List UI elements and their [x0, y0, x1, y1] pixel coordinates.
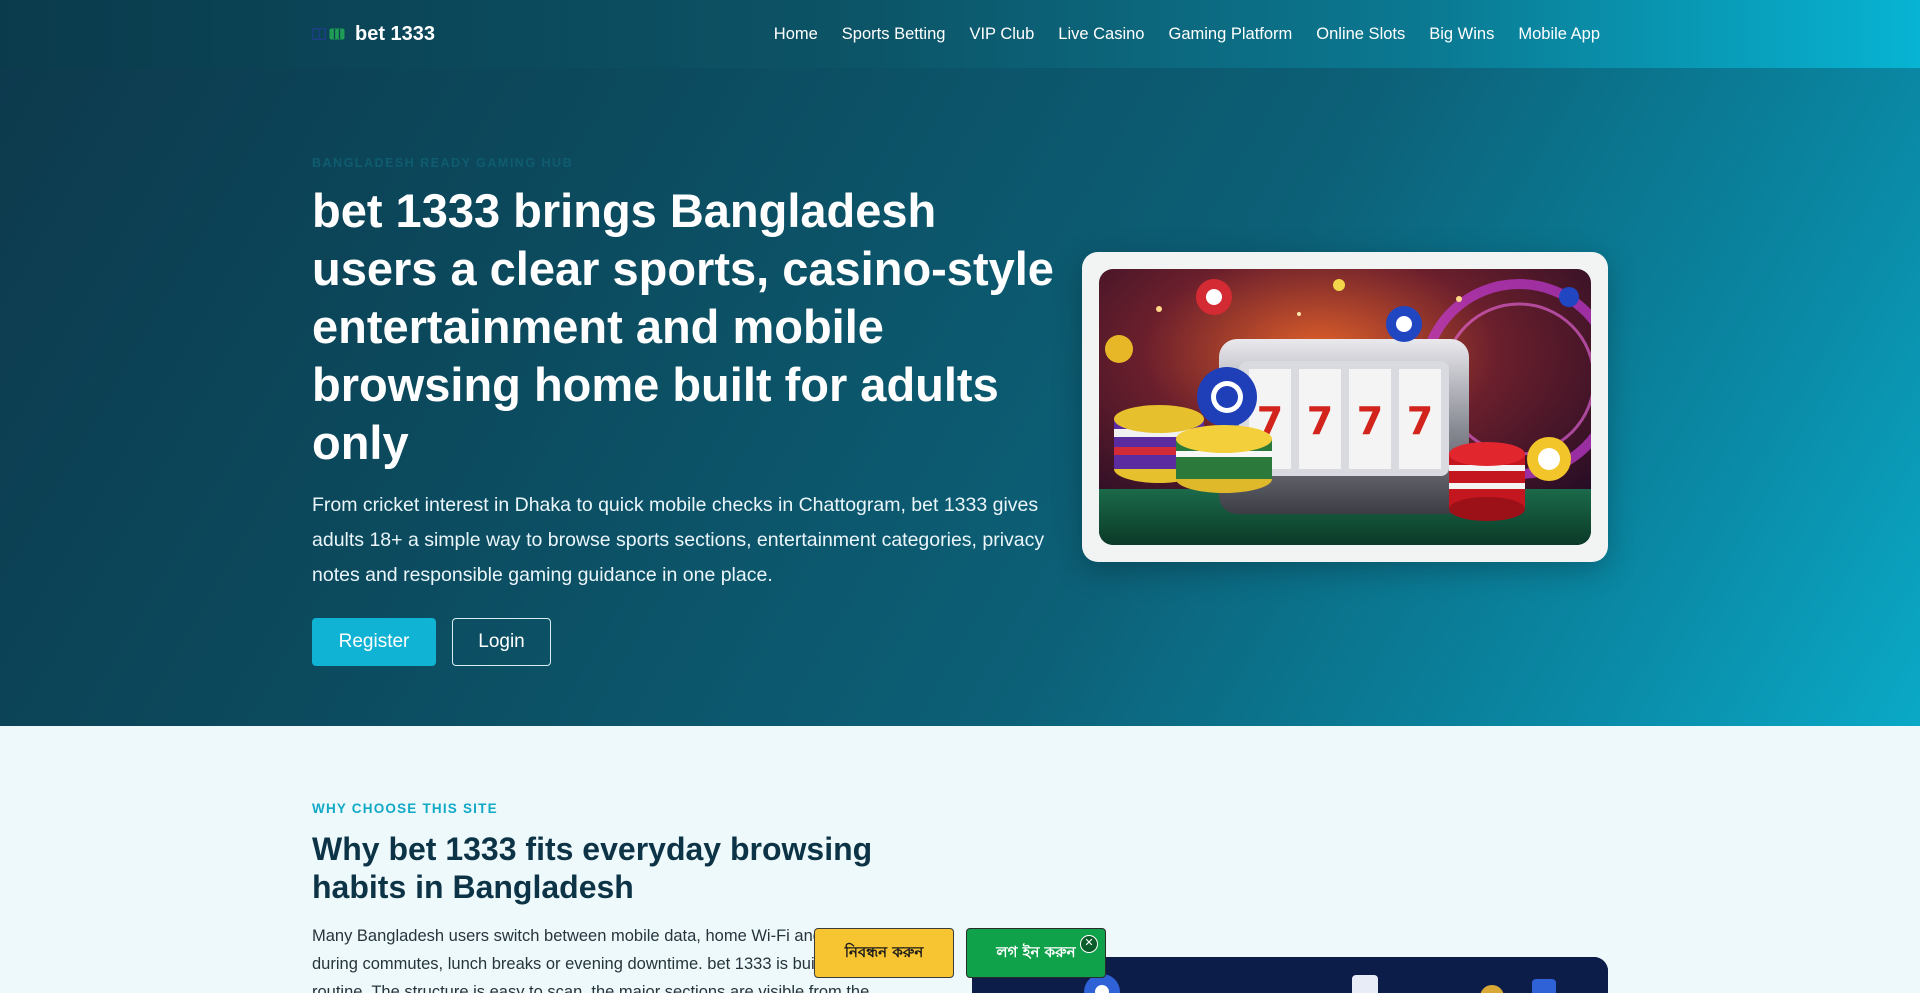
nav-mobile-app[interactable]: Mobile App	[1518, 25, 1600, 44]
register-button[interactable]: Register	[312, 618, 436, 666]
slot-machine-image: 7 7 7 7	[1099, 269, 1591, 545]
main-nav: Home Sports Betting VIP Club Live Casino…	[774, 20, 1600, 48]
close-icon[interactable]: ✕	[1080, 935, 1098, 953]
brand-name: bet 1333	[355, 22, 436, 45]
nav-sports-betting[interactable]: Sports Betting	[842, 25, 946, 44]
svg-text:7: 7	[1307, 399, 1333, 443]
nav-online-slots[interactable]: Online Slots	[1316, 25, 1405, 44]
nav-vip-club[interactable]: VIP Club	[969, 25, 1034, 44]
floating-register-button[interactable]: নিবন্ধন করুন	[814, 928, 954, 978]
nav-gaming-platform[interactable]: Gaming Platform	[1168, 25, 1292, 44]
nav-big-wins[interactable]: Big Wins	[1429, 25, 1494, 44]
login-button[interactable]: Login	[452, 618, 551, 666]
nav-live-casino[interactable]: Live Casino	[1058, 25, 1144, 44]
hero-eyebrow: Bangladesh ready gaming hub	[312, 156, 574, 170]
hero-image-card: 7 7 7 7	[1082, 252, 1608, 562]
svg-text:7: 7	[1357, 399, 1383, 443]
nav-home[interactable]: Home	[774, 25, 818, 44]
logo-icon	[312, 28, 345, 40]
brand-logo[interactable]: bet 1333	[312, 20, 435, 48]
why-eyebrow: WHY CHOOSE THIS SITE	[312, 801, 498, 816]
hero-section: Bangladesh ready gaming hub bet 1333 bri…	[0, 68, 1920, 726]
site-header: bet 1333 Home Sports Betting VIP Club Li…	[0, 0, 1920, 68]
hero-description: From cricket interest in Dhaka to quick …	[312, 494, 1045, 586]
hero-title: bet 1333 brings Bangladesh users a clear…	[312, 184, 1054, 469]
why-title: Why bet 1333 fits everyday browsing habi…	[312, 831, 873, 905]
svg-text:7: 7	[1407, 399, 1433, 443]
